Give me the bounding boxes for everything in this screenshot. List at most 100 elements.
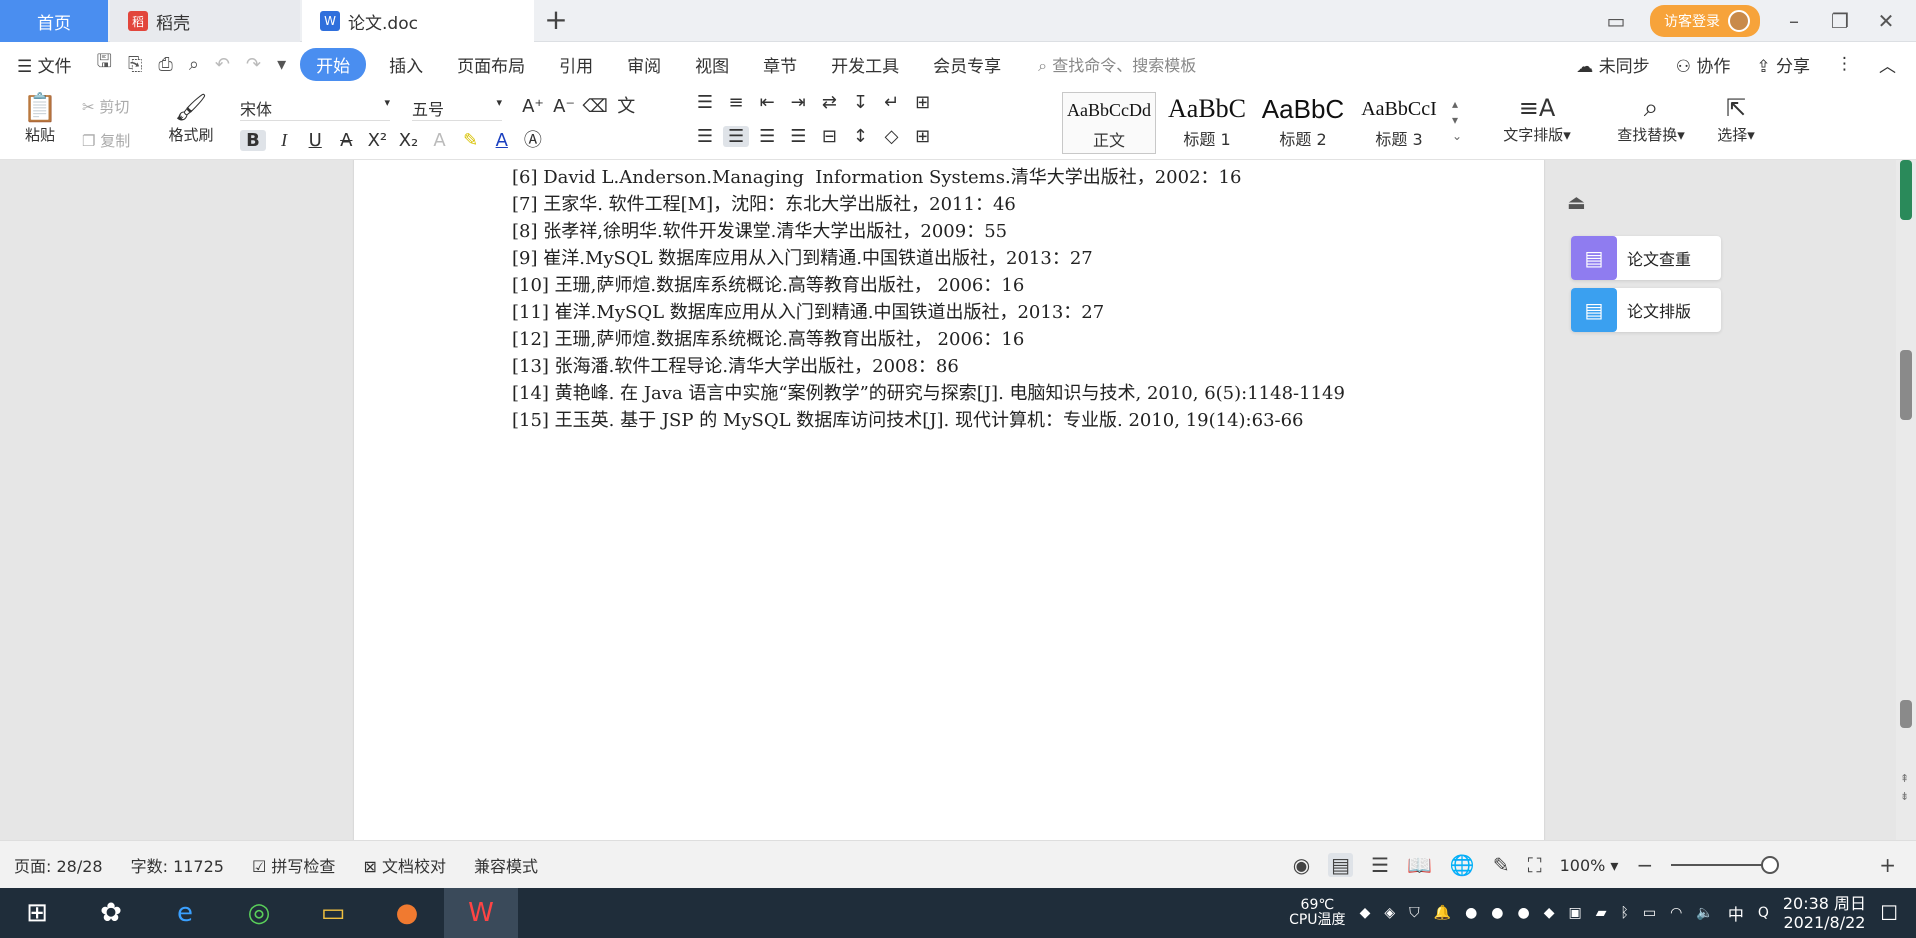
copy-button[interactable]: ❐ 复制 [82,130,130,151]
styles-scroll-icon[interactable]: ▴ ▾ ⌄ [1452,96,1462,144]
browser-green-icon[interactable]: ◎ [222,888,296,938]
menu-tab-developer[interactable]: 开发工具 [814,52,916,77]
scrollbar-thumb[interactable] [1900,700,1912,728]
wifi-icon[interactable]: ◠ [1670,905,1682,921]
phonetic-icon[interactable]: 文 [613,92,639,118]
vertical-scrollbar[interactable]: ⇞ ⇟ [1896,160,1916,840]
style-heading-1[interactable]: AaBbC 标题 1 [1160,92,1254,154]
style-normal[interactable]: AaBbCcDd 正文 [1062,92,1156,154]
redo-icon[interactable]: ↷ [238,54,269,75]
start-icon[interactable]: ⊞ [0,888,74,938]
minimize-icon[interactable]: – [1782,9,1806,33]
tab-home[interactable]: 首页 [0,0,108,42]
fit-page-icon[interactable]: ⛶ [1528,853,1542,877]
page-nav-icons[interactable]: ⇞ ⇟ [1900,770,1909,806]
menu-tab-member[interactable]: 会员专享 [916,52,1018,77]
zoom-in-icon[interactable]: + [1879,853,1896,877]
underline-icon[interactable]: U [302,130,328,151]
bluetooth-icon[interactable]: ᛒ [1621,905,1629,921]
menu-tab-insert[interactable]: 插入 [372,52,440,77]
clear-format-icon[interactable]: ⌫ [582,96,608,117]
clock[interactable]: 20:38 周日 2021/8/22 [1783,894,1866,932]
collapse-panel-icon[interactable]: ⏏ [1567,190,1586,214]
highlight-icon[interactable]: ✎ [458,130,484,151]
shading-icon[interactable]: ◇ [879,126,905,147]
new-tab-button[interactable]: + [540,4,572,36]
show-marks-icon[interactable]: ↵ [879,92,905,113]
thesis-check-button[interactable]: ▤ 论文查重 [1571,236,1721,280]
export-pdf-icon[interactable]: ⎘ [120,54,150,75]
save-icon[interactable]: 🖫 [89,49,120,79]
grow-font-icon[interactable]: A⁺ [520,96,546,117]
app-launcher-icon[interactable]: ✿ [74,888,148,938]
print-preview-icon[interactable]: ⌕ [181,54,207,75]
zoom-out-icon[interactable]: − [1636,853,1653,877]
subscript-icon[interactable]: X₂ [395,130,421,151]
more-icon[interactable]: ⋮ [1836,54,1853,74]
text-effect-icon[interactable]: A [427,130,453,151]
tab-stops-icon[interactable]: ⊞ [910,92,936,113]
security-icon[interactable]: ⛉ [1409,905,1420,921]
chinese-layout-icon[interactable]: ⇄ [816,92,842,113]
spell-check-button[interactable]: ☑ 拼写检查 [252,853,335,877]
char-border-icon[interactable]: Ⓐ [520,126,546,152]
close-icon[interactable]: ✕ [1874,9,1898,33]
justify-icon[interactable]: ☰ [785,126,811,147]
select-button[interactable]: ⇱ 选择▾ [1708,92,1764,145]
numbered-list-icon[interactable]: ≡ [723,92,749,113]
cpu-temp-widget[interactable]: 69℃ CPU温度 [1289,898,1345,928]
word-count[interactable]: 字数: 11725 [131,853,224,877]
superscript-icon[interactable]: X² [364,130,390,151]
action-center-icon[interactable]: ☐ [1880,901,1898,925]
notification-bell-icon[interactable]: 🔔 [1434,905,1451,921]
reading-view-icon[interactable]: 📖 [1407,853,1432,877]
page-view-icon[interactable]: ▤ [1328,853,1354,877]
style-heading-2[interactable]: AaBbC 标题 2 [1256,92,1350,154]
nvidia-icon[interactable]: ▰ [1596,905,1607,921]
print-icon[interactable]: ⎙ [150,54,180,75]
format-painter-button[interactable]: 🖌 格式刷 [163,92,219,145]
ime-indicator[interactable]: 中 [1728,901,1744,925]
volume-icon[interactable]: 🔈 [1696,905,1713,921]
find-replace-button[interactable]: ⌕ 查找替换▾ [1608,92,1694,145]
eye-protect-icon[interactable]: ◉ [1293,853,1310,877]
qq-icon[interactable]: ● [1465,905,1477,921]
sync-button[interactable]: ☁ 未同步 [1576,52,1649,77]
font-size-select[interactable]: 五号 ▾ [412,96,502,121]
wps-taskbar-icon[interactable]: W [444,888,518,938]
network-adapter-icon[interactable]: ▭ [1643,905,1656,921]
page-indicator[interactable]: 页面: 28/28 [14,853,103,877]
align-right-icon[interactable]: ☰ [754,126,780,147]
text-layout-button[interactable]: ≡A 文字排版▾ [1494,92,1580,145]
write-mode-icon[interactable]: ✎ [1493,853,1510,877]
tray-app-icon[interactable]: ◆ [1360,905,1371,921]
layout-switch-icon[interactable]: ▭ [1604,9,1628,33]
menu-tab-references[interactable]: 引用 [542,52,610,77]
file-menu[interactable]: ☰ 文件 [0,52,89,77]
menu-tab-view[interactable]: 视图 [678,52,746,77]
qq-icon[interactable]: ● [1491,905,1503,921]
borders-icon[interactable]: ⊞ [910,126,936,147]
qq-icon[interactable]: ● [1518,905,1530,921]
menu-tab-review[interactable]: 审阅 [610,52,678,77]
align-center-icon[interactable]: ☰ [723,126,750,147]
line-spacing-icon[interactable]: ↕ [847,126,873,147]
tab-document[interactable]: W 论文.doc [302,0,534,42]
undo-icon[interactable]: ↶ [207,54,238,75]
zoom-slider[interactable] [1671,856,1780,874]
paste-button[interactable]: 📋 粘贴 [18,92,62,145]
font-color-icon[interactable]: A [489,130,515,151]
share-button[interactable]: ⇪ 分享 [1756,52,1810,77]
zoom-select[interactable]: 100% ▾ [1560,856,1619,875]
restore-icon[interactable]: ❐ [1828,9,1852,33]
customize-toolbar-icon[interactable]: ▾ [269,54,294,75]
thesis-format-button[interactable]: ▤ 论文排版 [1571,288,1721,332]
menu-tab-layout[interactable]: 页面布局 [440,52,542,77]
indent-icon[interactable]: ⇥ [785,92,811,113]
ie-browser-icon[interactable]: e [148,888,222,938]
align-left-icon[interactable]: ☰ [692,126,718,147]
font-name-select[interactable]: 宋体 ▾ [240,96,390,121]
style-heading-3[interactable]: AaBbCcI 标题 3 [1352,92,1446,154]
italic-icon[interactable]: I [271,130,297,151]
outdent-icon[interactable]: ⇤ [754,92,780,113]
